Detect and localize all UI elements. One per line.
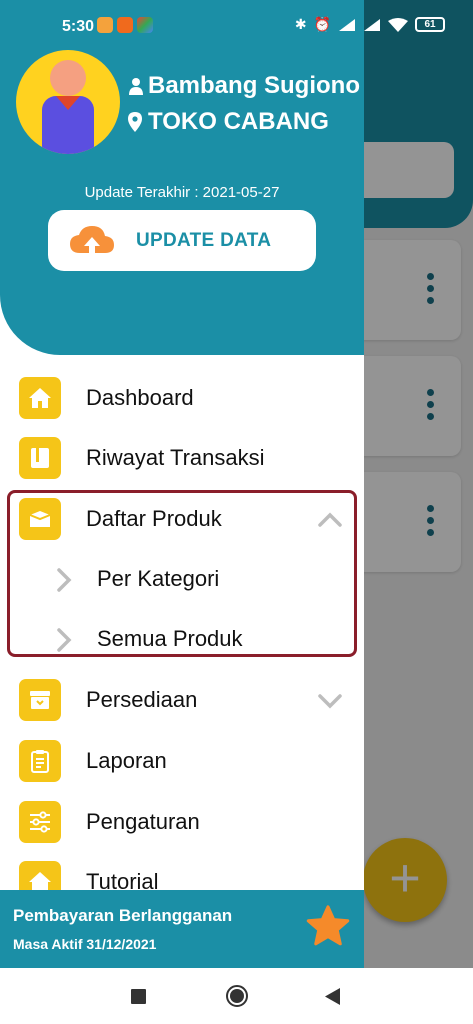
menu-label: Pengaturan: [86, 809, 200, 834]
home-icon: [19, 377, 61, 419]
menu-item-dashboard[interactable]: Dashboard: [0, 371, 364, 431]
status-notification-icons: [97, 17, 153, 33]
submenu-label: Per Kategori: [97, 566, 220, 591]
chevron-down-icon[interactable]: [316, 687, 344, 715]
menu-label: Persediaan: [86, 687, 198, 712]
wifi-icon: [388, 17, 408, 32]
recent-apps-icon[interactable]: [131, 989, 146, 1004]
location-pin-icon: [128, 112, 142, 132]
open-box-icon: [19, 498, 61, 540]
chevron-right-icon: [57, 568, 72, 592]
navigation-drawer: Bambang Sugiono TOKO CABANG Update Terak…: [0, 0, 364, 968]
store-name: TOKO CABANG: [148, 108, 329, 135]
submenu-item-semua-produk[interactable]: Semua Produk: [0, 612, 364, 672]
subscription-title: Pembayaran Berlangganan: [13, 906, 233, 925]
back-nav-icon[interactable]: [325, 988, 341, 1005]
submenu-item-per-kategori[interactable]: Per Kategori: [0, 552, 364, 612]
update-data-label: UPDATE DATA: [136, 230, 272, 251]
status-bar: 5:30 ✱ ⏰ 61: [0, 0, 473, 50]
store-row: TOKO CABANG: [128, 108, 329, 136]
cloud-upload-icon: [70, 226, 114, 256]
user-name: Bambang Sugiono: [148, 72, 360, 99]
chevron-up-icon[interactable]: [316, 506, 344, 534]
subscription-footer[interactable]: Pembayaran Berlangganan Masa Aktif 31/12…: [0, 890, 364, 968]
system-navigation-bar: [0, 968, 473, 1024]
archive-icon: [19, 679, 61, 721]
person-icon: [129, 78, 143, 95]
menu-label: Laporan: [86, 748, 167, 773]
menu-label: Daftar Produk: [86, 506, 222, 531]
chevron-right-icon: [57, 628, 72, 652]
subscription-active-date: Masa Aktif 31/12/2021: [13, 936, 157, 952]
alarm-icon: ⏰: [313, 16, 331, 32]
menu-item-laporan[interactable]: Laporan: [0, 734, 364, 794]
signal-icon: [364, 18, 380, 31]
update-data-button[interactable]: UPDATE DATA: [48, 210, 316, 271]
menu-label: Riwayat Transaksi: [86, 445, 265, 470]
menu-item-pengaturan[interactable]: Pengaturan: [0, 795, 364, 855]
home-nav-icon[interactable]: [225, 984, 249, 1008]
submenu-label: Semua Produk: [97, 626, 243, 651]
last-update-text: Update Terakhir : 2021-05-27: [84, 184, 280, 201]
book-icon: [19, 437, 61, 479]
user-name-row: Bambang Sugiono: [128, 72, 360, 100]
star-icon: [306, 905, 350, 946]
signal-icon: [339, 18, 355, 31]
settings-sliders-icon: [19, 801, 61, 843]
clipboard-icon: [19, 740, 61, 782]
menu-label: Dashboard: [86, 385, 194, 410]
notification-app-icon: [137, 17, 153, 33]
status-system-icons: ✱ ⏰ 61: [295, 16, 445, 33]
drawer-header: Bambang Sugiono TOKO CABANG Update Terak…: [0, 0, 364, 355]
menu-item-daftar-produk[interactable]: Daftar Produk: [0, 492, 364, 552]
notification-app-icon: [117, 17, 133, 33]
bluetooth-icon: ✱: [294, 16, 307, 32]
menu-item-riwayat-transaksi[interactable]: Riwayat Transaksi: [0, 431, 364, 491]
status-time: 5:30: [62, 18, 95, 35]
avatar[interactable]: [16, 50, 120, 154]
notification-app-icon: [97, 17, 113, 33]
menu-item-persediaan[interactable]: Persediaan: [0, 673, 364, 733]
battery-icon: 61: [415, 17, 445, 32]
